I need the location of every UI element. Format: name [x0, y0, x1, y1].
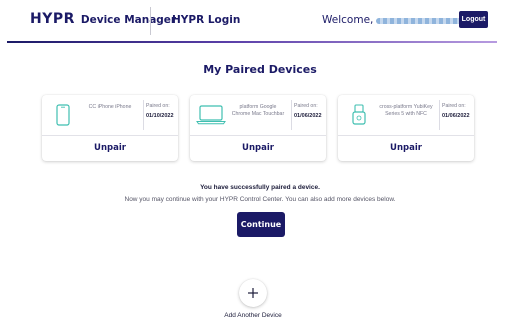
laptop-icon [196, 103, 226, 127]
welcome-label: Welcome, [322, 14, 374, 26]
paired-on-label: Paired on: [146, 103, 170, 109]
welcome-text: Welcome, [322, 14, 465, 26]
device-name: cross-platform YubiKey Series 5 with NFC [379, 104, 433, 117]
logout-button[interactable]: Logout [459, 11, 488, 28]
device-name: CC iPhone iPhone [88, 104, 132, 110]
header-accent-line [7, 41, 497, 43]
device-card-details: platform Google Chrome Mac Touchbar Pair… [190, 95, 326, 135]
add-device-button[interactable] [239, 279, 267, 307]
unpair-button[interactable]: Unpair [42, 136, 178, 161]
smartphone-icon [52, 103, 74, 127]
masked-user-email [376, 18, 465, 24]
security-key-icon [348, 103, 370, 127]
plus-icon [248, 288, 258, 298]
hypr-logo: HYPR [30, 11, 75, 27]
device-name: platform Google Chrome Mac Touchbar [231, 104, 285, 117]
card-divider [439, 100, 440, 130]
device-card: platform Google Chrome Mac Touchbar Pair… [190, 95, 326, 161]
paired-on-label: Paired on: [294, 103, 318, 109]
unpair-button[interactable]: Unpair [338, 136, 474, 161]
success-message: You have successfully paired a device. [200, 184, 320, 191]
device-card: cross-platform YubiKey Series 5 with NFC… [338, 95, 474, 161]
info-message: Now you may continue with your HYPR Cont… [124, 196, 396, 203]
app-name: Device Manager [80, 14, 177, 26]
card-divider [143, 100, 144, 130]
card-divider [291, 100, 292, 130]
paired-date: 01/06/2022 [294, 113, 322, 119]
header-divider [150, 7, 151, 35]
continue-button[interactable]: Continue [237, 212, 285, 237]
device-card: CC iPhone iPhone Paired on: 01/10/2022 U… [42, 95, 178, 161]
paired-date: 01/10/2022 [146, 113, 174, 119]
add-device-label[interactable]: Add Another Device [0, 312, 506, 319]
unpair-button[interactable]: Unpair [190, 136, 326, 161]
paired-on-label: Paired on: [442, 103, 466, 109]
device-card-details: cross-platform YubiKey Series 5 with NFC… [338, 95, 474, 135]
hypr-login-link[interactable]: HYPR Login [172, 14, 240, 26]
device-card-details: CC iPhone iPhone Paired on: 01/10/2022 [42, 95, 178, 135]
paired-date: 01/06/2022 [442, 113, 470, 119]
top-header: HYPR Device Manager HYPR Login Welcome, … [0, 0, 520, 40]
page-title: My Paired Devices [203, 63, 317, 76]
brand: HYPR Device Manager [30, 11, 176, 29]
